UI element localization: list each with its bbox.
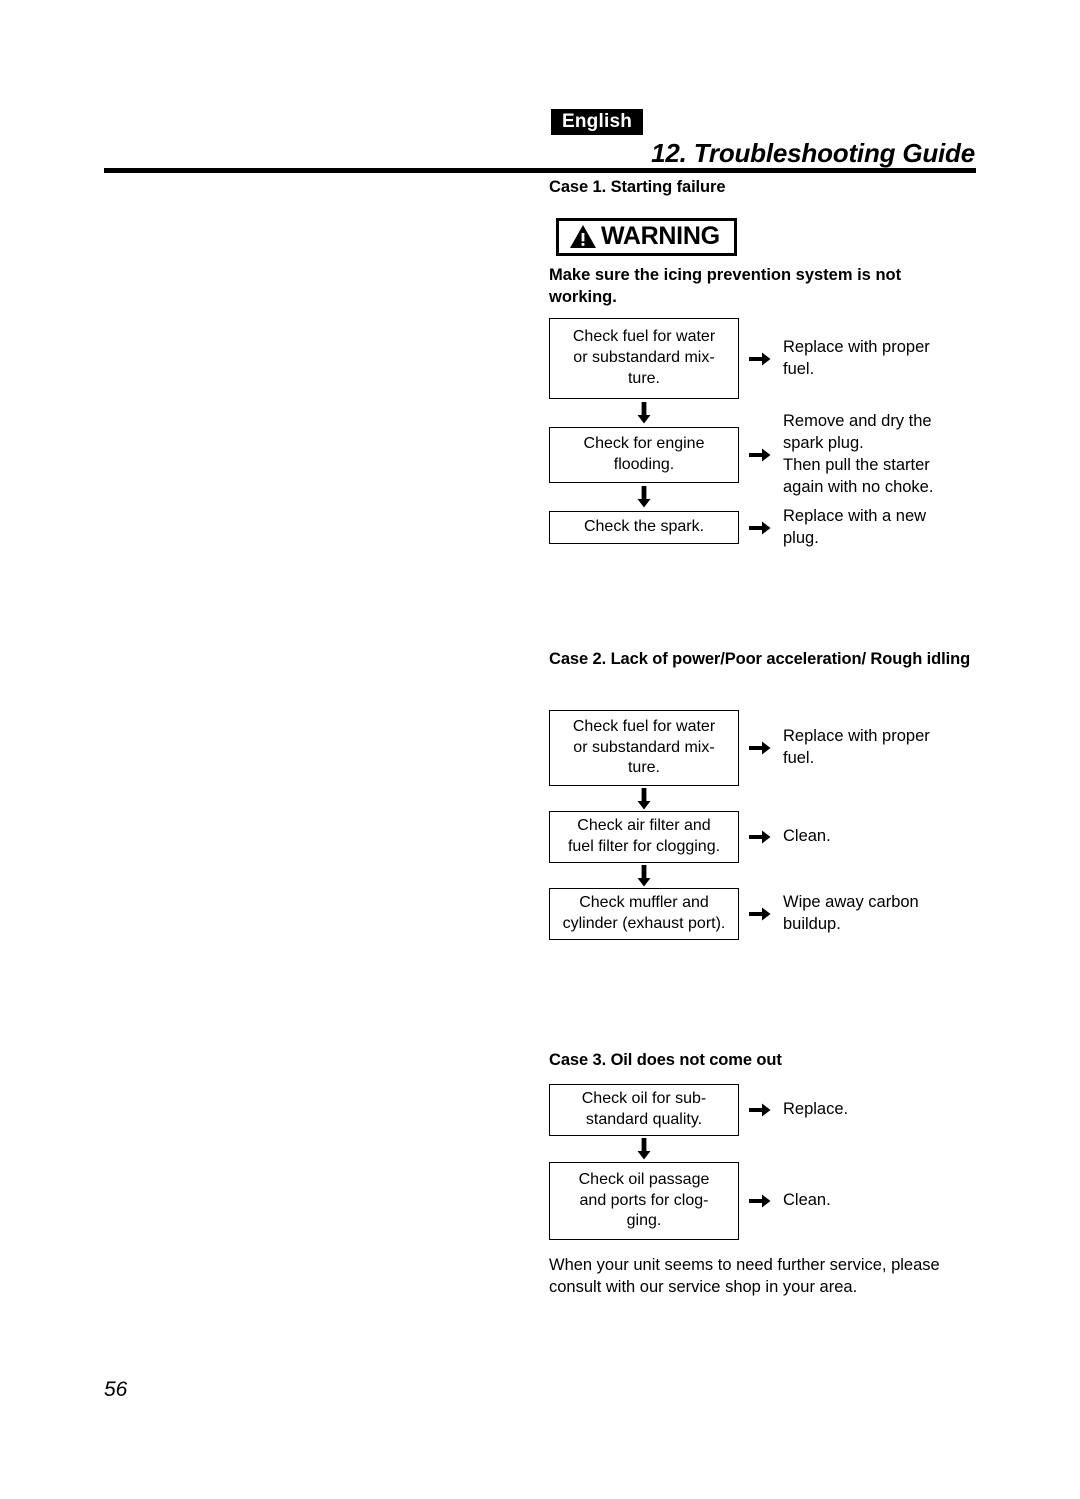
check-line: Check for engine [583,435,705,453]
page-number: 56 [104,1378,128,1401]
closing-line-1: When your unit seems to need further ser… [549,1256,940,1274]
flow-step: Check muffler and cylinder (exhaust port… [549,888,977,940]
check-line: or substandard mix- [573,349,715,367]
page-title: 12. Troubleshooting Guide [651,138,975,168]
arrow-right-icon [739,511,781,544]
check-line: cylinder (exhaust port). [562,915,726,932]
action-text: Replace with proper fuel. [781,710,977,786]
warning-label: WARNING [601,222,720,250]
check-line: ture. [627,369,660,387]
action-text: Wipe away carbon buildup. [781,888,977,940]
warning-message: Make sure the icing prevention system is… [549,265,977,309]
check-box: Check the spark. [549,511,739,544]
closing-paragraph: When your unit seems to need further ser… [549,1254,977,1298]
case-1-flow: Check fuel for water or substandard mix-… [549,318,977,547]
arrow-down-icon [549,786,739,811]
check-box: Check oil for sub- standard quality. [549,1084,739,1136]
action-line: Replace with proper [783,337,930,356]
warning-message-line-1: Make sure the icing prevention system is… [549,266,902,284]
check-box: Check fuel for water or substandard mix-… [549,318,739,399]
check-box: Check air filter and fuel filter for clo… [549,811,739,863]
check-box: Check for engine flooding. [549,427,739,483]
action-line: Wipe away carbon [783,893,919,912]
action-text: Replace with a new plug. [781,507,977,547]
arrow-right-icon [739,710,781,786]
case-2-flow: Check fuel for water or substandard mix-… [549,710,977,940]
arrow-right-icon [739,1084,781,1136]
action-line: again with no choke. [783,477,934,496]
check-line: fuel filter for clogging. [567,838,721,855]
header-divider [104,168,976,173]
flow-step: Check fuel for water or substandard mix-… [549,710,977,786]
action-line: Clean. [783,827,831,846]
action-line: plug. [783,528,819,547]
check-line: ture. [627,759,660,777]
action-line: spark plug. [783,434,864,453]
closing-line-2: consult with our service shop in your ar… [549,1278,858,1297]
action-line: Then pull the starter [783,456,930,474]
action-text: Remove and dry the spark plug. Then pull… [781,403,977,507]
flow-step: Check oil for sub- standard quality. Rep… [549,1084,977,1136]
warning-triangle-icon [569,224,597,249]
check-line: Check oil for sub- [581,1090,707,1108]
action-line: Clean. [783,1191,831,1210]
check-line: flooding. [613,456,675,473]
action-line: fuel. [783,749,815,767]
check-line: Check air filter and [577,817,711,835]
action-line: buildup. [783,915,841,933]
flow-step: Check fuel for water or substandard mix-… [549,318,977,399]
flow-step: Check oil passage and ports for clog- gi… [549,1162,977,1240]
action-line: Remove and dry the [783,412,932,431]
arrow-down-icon [549,483,739,511]
check-line: Check the spark. [583,518,705,536]
action-line: Replace. [783,1100,849,1119]
arrow-right-icon [739,888,781,940]
flow-step: Check for engine flooding. Remove and dr… [549,412,977,496]
check-line: Check fuel for water [572,717,716,735]
arrow-right-icon [739,427,781,483]
case-1-heading: Case 1. Starting failure [549,178,726,196]
action-text: Replace. [781,1084,977,1136]
warning-message-line-2: working. [549,287,617,306]
check-line: Check oil passage [578,1170,710,1188]
action-text: Clean. [781,1162,977,1240]
check-line: standard quality. [585,1111,703,1128]
arrow-right-icon [739,811,781,863]
action-line: Replace with a new [783,506,927,525]
action-line: Replace with proper [783,727,930,746]
check-line: or substandard mix- [573,738,715,756]
action-text: Replace with proper fuel. [781,318,977,399]
check-box: Check muffler and cylinder (exhaust port… [549,888,739,940]
language-tag: English [551,109,644,135]
flow-step: Check the spark. Replace with a new plug… [549,507,977,547]
warning-callout: WARNING [556,218,737,256]
check-line: Check muffler and [579,894,709,912]
arrow-down-icon [549,863,739,888]
case-2-heading: Case 2. Lack of power/Poor acceleration/… [549,650,971,668]
check-line: and ports for clog- [579,1191,709,1209]
flow-step: Check air filter and fuel filter for clo… [549,811,977,863]
check-line: ging. [626,1212,662,1230]
case-3-flow: Check oil for sub- standard quality. Rep… [549,1084,977,1240]
action-text: Clean. [781,811,977,863]
arrow-right-icon [739,318,781,399]
check-box: Check fuel for water or substandard mix-… [549,710,739,786]
case-3-heading: Case 3. Oil does not come out [549,1051,782,1069]
action-line: fuel. [783,359,815,378]
arrow-down-icon [549,399,739,427]
check-box: Check oil passage and ports for clog- gi… [549,1162,739,1240]
arrow-right-icon [739,1162,781,1240]
arrow-down-icon [549,1136,739,1162]
check-line: Check fuel for water [572,328,716,346]
